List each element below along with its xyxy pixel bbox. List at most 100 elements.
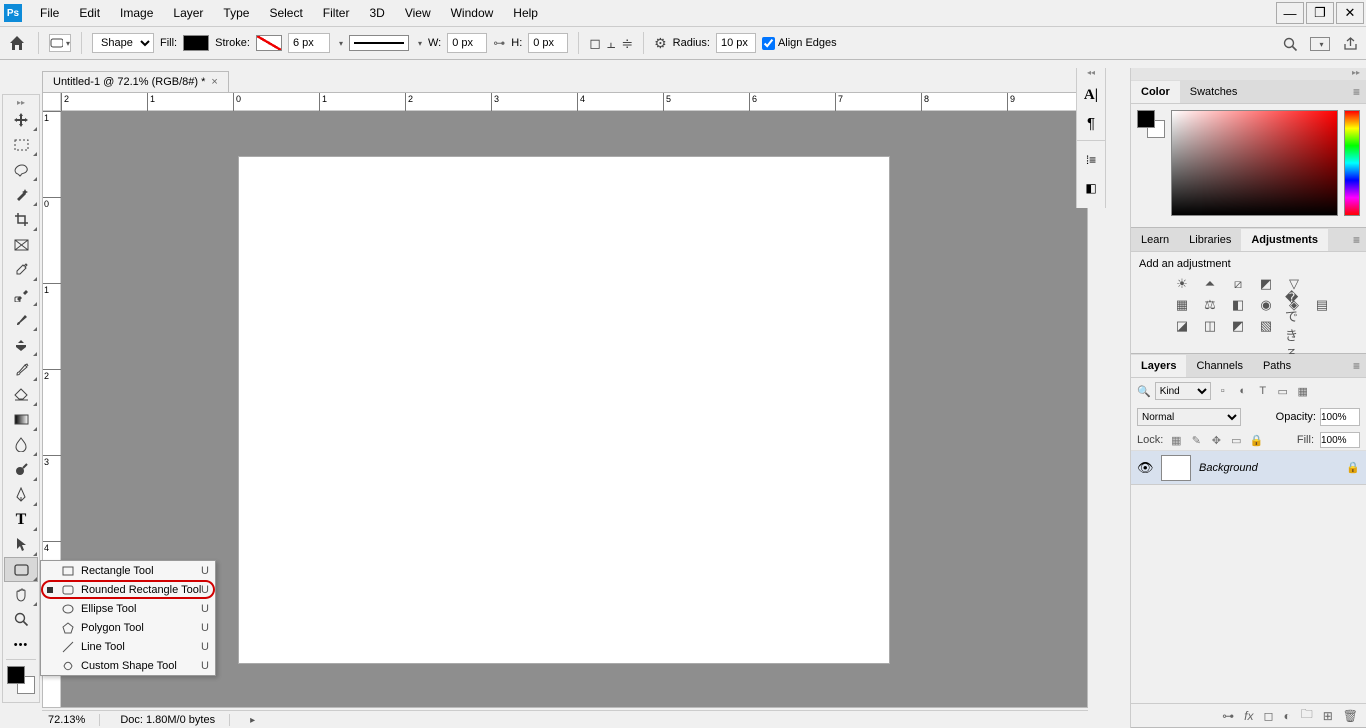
flyout-item-custom-shape-tool[interactable]: Custom Shape ToolU — [41, 656, 215, 675]
home-icon[interactable] — [6, 32, 28, 54]
gradient-map-icon[interactable]: ▧ — [1257, 318, 1275, 334]
close-icon[interactable]: × — [211, 76, 217, 88]
menu-layer[interactable]: Layer — [163, 1, 213, 25]
layer-filter-select[interactable]: Kind — [1155, 382, 1211, 400]
flyout-item-line-tool[interactable]: Line ToolU — [41, 637, 215, 656]
radius-input[interactable] — [716, 33, 756, 53]
flyout-item-rounded-rectangle-tool[interactable]: Rounded Rectangle ToolU — [41, 580, 215, 599]
type-tool[interactable]: T — [4, 507, 38, 532]
fill-swatch[interactable] — [183, 35, 209, 51]
share-icon[interactable] — [1342, 36, 1358, 52]
doc-size[interactable]: Doc: 1.80M/0 bytes — [120, 714, 230, 726]
threshold-icon[interactable]: ◩ — [1229, 318, 1247, 334]
menu-view[interactable]: View — [395, 1, 441, 25]
foreground-background-colors[interactable] — [7, 662, 35, 700]
layer-item-background[interactable]: 👁 Background 🔒 — [1131, 451, 1366, 485]
lock-image-icon[interactable]: ✎ — [1189, 433, 1203, 447]
panel-menu-icon[interactable]: ≡ — [1353, 359, 1360, 373]
invert-icon[interactable]: ◪ — [1173, 318, 1191, 334]
close-button[interactable]: ✕ — [1336, 2, 1364, 24]
path-selection-tool[interactable] — [4, 532, 38, 557]
styles-panel-icon[interactable]: ◧ — [1079, 175, 1103, 201]
color-lookup-icon[interactable]: ▤ — [1313, 297, 1331, 313]
levels-icon[interactable]: ⏶ — [1201, 276, 1219, 292]
flyout-item-polygon-tool[interactable]: Polygon ToolU — [41, 618, 215, 637]
edit-toolbar[interactable]: ••• — [4, 632, 38, 657]
photo-filter-icon[interactable]: ◉ — [1257, 297, 1275, 313]
tab-swatches[interactable]: Swatches — [1180, 81, 1248, 103]
new-fill-layer-icon[interactable]: ◐ — [1283, 709, 1290, 723]
minimize-button[interactable]: — — [1276, 2, 1304, 24]
filter-adjustment-icon[interactable]: ◐ — [1235, 383, 1251, 399]
flyout-item-rectangle-tool[interactable]: Rectangle ToolU — [41, 561, 215, 580]
path-alignment-icon[interactable]: ⫠ — [607, 35, 615, 52]
toolbar-collapse-handle[interactable]: ▸▸ — [3, 97, 39, 107]
panel-menu-icon[interactable]: ≡ — [1353, 85, 1360, 99]
brightness-contrast-icon[interactable]: ☀ — [1173, 276, 1191, 292]
lock-transparency-icon[interactable]: ▦ — [1169, 433, 1183, 447]
layer-style-icon[interactable]: fx — [1244, 709, 1253, 723]
document-tab[interactable]: Untitled-1 @ 72.1% (RGB/8#) * × — [42, 71, 229, 92]
stroke-style-swatch[interactable] — [349, 35, 409, 51]
frame-tool[interactable] — [4, 232, 38, 257]
history-brush-tool[interactable] — [4, 357, 38, 382]
width-input[interactable] — [447, 33, 487, 53]
stroke-width-dropdown-icon[interactable] — [336, 37, 343, 49]
selective-color-icon[interactable]: �できる — [1285, 318, 1303, 334]
gradient-tool[interactable] — [4, 407, 38, 432]
status-more-icon[interactable] — [250, 714, 255, 726]
path-operations-icon[interactable]: ◻ — [589, 35, 601, 52]
panels-collapse-icon[interactable]: ▸▸ — [1131, 68, 1366, 80]
shape-tool[interactable] — [4, 557, 38, 582]
delete-layer-icon[interactable]: 🗑 — [1343, 709, 1358, 723]
stroke-swatch[interactable] — [256, 35, 282, 51]
stroke-style-dropdown-icon[interactable] — [415, 37, 422, 49]
new-layer-icon[interactable]: ⊞ — [1323, 709, 1333, 723]
hue-slider[interactable] — [1344, 110, 1360, 216]
dock-collapse-icon[interactable]: ◂◂ — [1077, 68, 1105, 80]
move-tool[interactable] — [4, 107, 38, 132]
tab-layers[interactable]: Layers — [1131, 355, 1186, 377]
align-edges-checkbox[interactable]: Align Edges — [762, 37, 837, 50]
ruler-horizontal[interactable]: 210123456789 — [61, 93, 1087, 111]
stroke-width-input[interactable] — [288, 33, 330, 53]
brush-tool[interactable] — [4, 307, 38, 332]
zoom-level[interactable]: 72.13% — [48, 714, 100, 726]
tool-mode-select[interactable]: Shape — [92, 33, 154, 53]
character-panel-icon[interactable]: A| — [1079, 82, 1103, 108]
tab-paths[interactable]: Paths — [1253, 355, 1301, 377]
shape-preset-icon[interactable] — [49, 34, 71, 52]
menu-window[interactable]: Window — [441, 1, 504, 25]
tab-adjustments[interactable]: Adjustments — [1241, 229, 1328, 251]
opacity-input[interactable] — [1320, 408, 1360, 426]
paragraph-panel-icon[interactable]: ¶ — [1079, 110, 1103, 136]
layer-fill-input[interactable] — [1320, 432, 1360, 448]
marquee-tool[interactable] — [4, 132, 38, 157]
workspace-switcher-icon[interactable] — [1310, 37, 1330, 51]
color-spectrum[interactable] — [1171, 110, 1338, 216]
crop-tool[interactable] — [4, 207, 38, 232]
zoom-tool[interactable] — [4, 607, 38, 632]
canvas[interactable] — [239, 157, 889, 663]
lasso-tool[interactable] — [4, 157, 38, 182]
gear-icon[interactable]: ⚙ — [654, 35, 667, 52]
blend-mode-select[interactable]: Normal — [1137, 408, 1241, 426]
link-layers-icon[interactable]: ⊶ — [1222, 709, 1234, 723]
eyedropper-tool[interactable] — [4, 257, 38, 282]
height-input[interactable] — [528, 33, 568, 53]
visibility-toggle-icon[interactable]: 👁 — [1137, 460, 1153, 476]
lock-all-icon[interactable]: 🔒 — [1249, 433, 1263, 447]
clone-stamp-tool[interactable] — [4, 332, 38, 357]
lock-position-icon[interactable]: ✥ — [1209, 433, 1223, 447]
dodge-tool[interactable] — [4, 457, 38, 482]
menu-image[interactable]: Image — [110, 1, 163, 25]
layer-thumbnail[interactable] — [1161, 455, 1191, 481]
search-icon[interactable] — [1282, 36, 1298, 52]
lock-artboard-icon[interactable]: ▭ — [1229, 433, 1243, 447]
tab-learn[interactable]: Learn — [1131, 229, 1179, 251]
pen-tool[interactable] — [4, 482, 38, 507]
posterize-icon[interactable]: ◫ — [1201, 318, 1219, 334]
curves-icon[interactable]: ⧄ — [1229, 276, 1247, 292]
eraser-tool[interactable] — [4, 382, 38, 407]
link-wh-icon[interactable]: ⊶ — [493, 36, 505, 50]
